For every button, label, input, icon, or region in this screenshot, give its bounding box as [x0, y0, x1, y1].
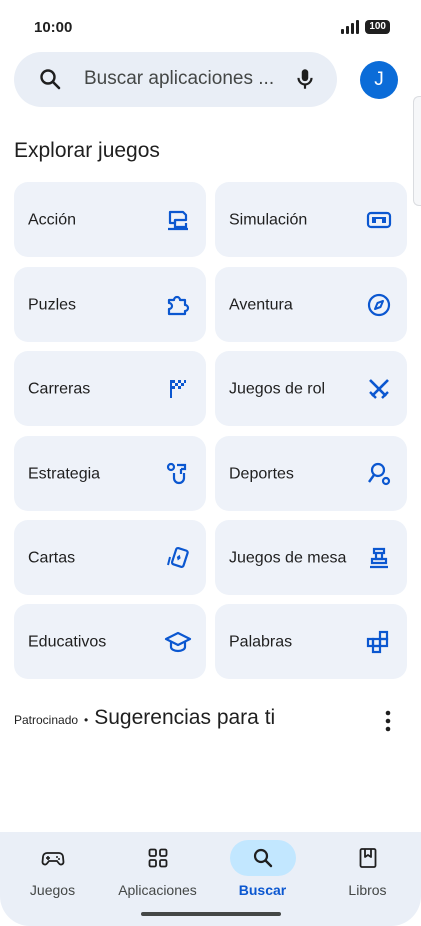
home-indicator[interactable]: [141, 912, 281, 916]
puzzle-icon: [167, 295, 190, 315]
nav-label: Aplicaciones: [118, 882, 197, 898]
scrollbar[interactable]: [413, 96, 421, 206]
category-tile-educativos[interactable]: Educativos: [14, 604, 206, 679]
signal-icon: [341, 20, 360, 34]
nav-label: Juegos: [29, 882, 76, 898]
search-icon: [253, 848, 272, 868]
sponsored-header: Patrocinado • Sugerencias para ti: [14, 706, 275, 730]
more-options-icon[interactable]: [376, 708, 400, 734]
word-tiles-icon: [366, 630, 389, 653]
board-game-icon: [370, 547, 388, 568]
cards-icon: [167, 546, 189, 568]
crossed-swords-icon: [369, 378, 389, 399]
category-tile-palabras[interactable]: Palabras: [215, 604, 407, 679]
category-label: Cartas: [28, 549, 76, 566]
category-tile-simulacion[interactable]: Simulación: [215, 182, 407, 257]
gamepad-icon: [41, 852, 64, 866]
category-label: Juegos de rol: [229, 380, 326, 397]
category-label: Aventura: [229, 296, 293, 313]
nav-label: Buscar: [238, 882, 287, 898]
checkered-flag-icon: [170, 379, 186, 398]
category-tile-juegos-de-mesa[interactable]: Juegos de mesa: [215, 520, 407, 595]
strategy-icon: [166, 462, 187, 484]
status-bar: 10:00 100: [0, 0, 421, 52]
category-tile-deportes[interactable]: Deportes: [215, 436, 407, 511]
action-game-icon: [168, 210, 188, 230]
bookmark-book-icon: [359, 848, 376, 868]
sponsored-label: Patrocinado: [14, 713, 79, 727]
simulation-icon: [366, 211, 392, 228]
search-input[interactable]: Buscar aplicaciones ...: [84, 68, 279, 90]
category-label: Juegos de mesa: [229, 549, 347, 566]
category-label: Palabras: [229, 633, 293, 650]
category-tile-accion[interactable]: Acción: [14, 182, 206, 257]
search-bar[interactable]: Buscar aplicaciones ...: [14, 52, 337, 107]
category-tile-carreras[interactable]: Carreras: [14, 351, 206, 426]
battery-indicator: 100: [365, 20, 390, 34]
nav-label: Libros: [348, 882, 387, 898]
category-tile-puzles[interactable]: Puzles: [14, 267, 206, 342]
category-label: Simulación: [229, 211, 308, 228]
search-icon: [40, 69, 61, 90]
graduation-cap-icon: [164, 631, 192, 652]
category-tile-estrategia[interactable]: Estrategia: [14, 436, 206, 511]
category-label: Educativos: [28, 633, 107, 650]
status-icons: 100: [341, 20, 390, 34]
category-label: Puzles: [28, 296, 77, 313]
category-tile-aventura[interactable]: Aventura: [215, 267, 407, 342]
suggestions-title: Sugerencias para ti: [94, 706, 276, 729]
separator: •: [84, 713, 89, 727]
status-time: 10:00: [34, 19, 73, 36]
nav-item-juegos[interactable]: Juegos: [0, 832, 105, 926]
category-label: Estrategia: [28, 465, 101, 482]
avatar[interactable]: J: [360, 61, 398, 99]
category-tile-juegos-de-rol[interactable]: Juegos de rol: [215, 351, 407, 426]
apps-grid-icon: [148, 848, 167, 868]
compass-icon: [367, 293, 391, 316]
category-label: Carreras: [28, 380, 91, 397]
section-title: Explorar juegos: [14, 139, 160, 162]
category-label: Deportes: [229, 465, 294, 482]
category-tile-cartas[interactable]: Cartas: [14, 520, 206, 595]
sports-icon: [368, 462, 391, 485]
mic-icon[interactable]: [292, 66, 318, 92]
category-label: Acción: [28, 211, 77, 228]
nav-item-libros[interactable]: Libros: [315, 832, 420, 926]
